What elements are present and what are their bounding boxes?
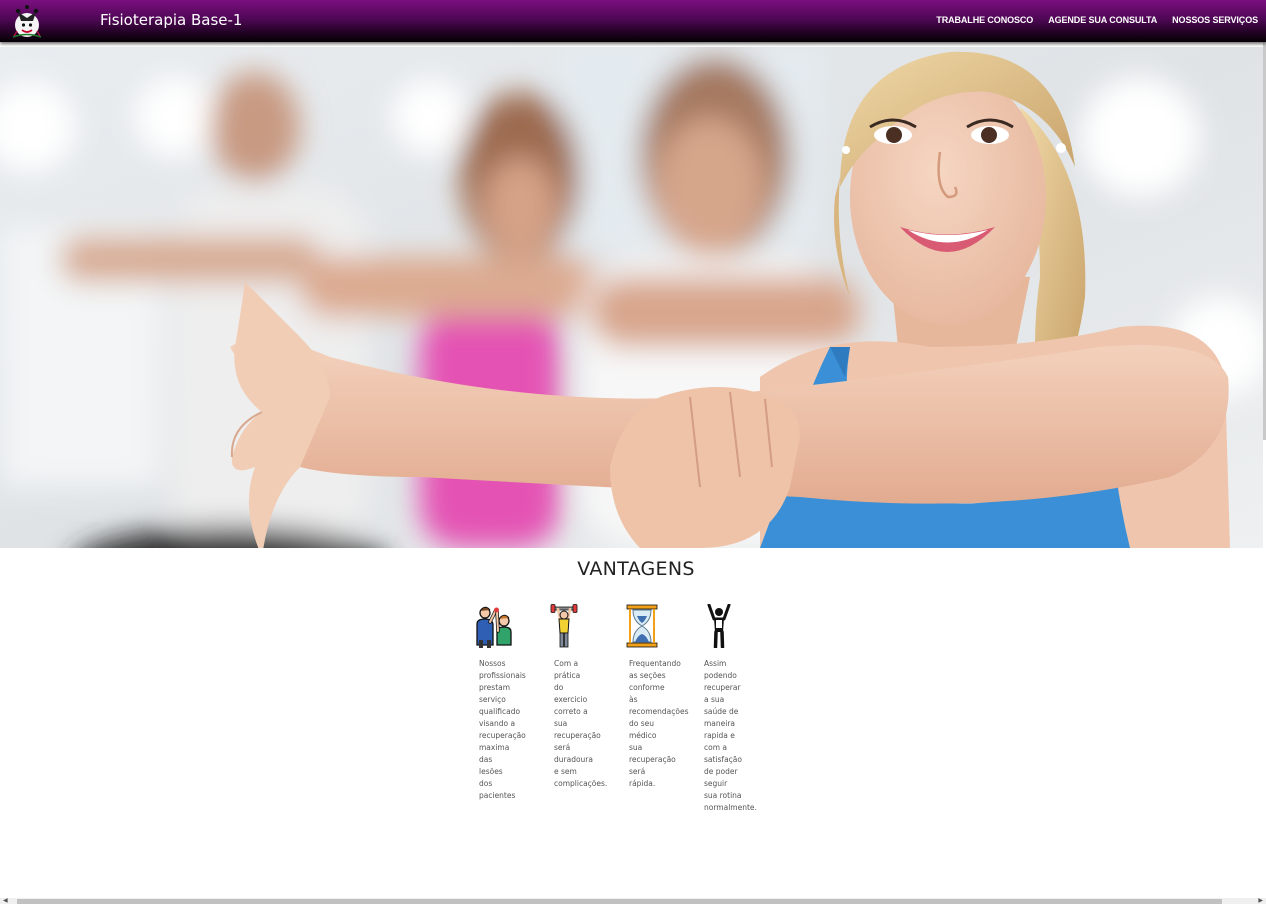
scroll-left-arrow-icon[interactable]: ◀ xyxy=(3,898,8,904)
weightlifter-icon xyxy=(550,604,578,648)
horizontal-scrollbar[interactable]: ◀ ▶ xyxy=(0,898,1266,904)
vantagem-item: Com a prática do exercicio correto a sua… xyxy=(549,604,624,814)
hero-banner xyxy=(0,47,1263,548)
vantagem-item: Nossos profissionais prestam serviço qua… xyxy=(474,604,549,814)
vantagem-text: Nossos profissionais prestam serviço qua… xyxy=(479,659,526,800)
top-navbar: Fisioterapia Base-1 TRABALHE CONOSCO AGE… xyxy=(0,0,1266,42)
vantagens-title: VANTAGENS xyxy=(577,558,695,580)
vantagem-text: Assim podendo recuperar a sua saúde de m… xyxy=(704,659,757,812)
page: Fisioterapia Base-1 TRABALHE CONOSCO AGE… xyxy=(0,0,1266,904)
vantagem-item: Assim podendo recuperar a sua saúde de m… xyxy=(699,604,774,814)
hourglass-icon xyxy=(626,604,658,648)
horizontal-scroll-thumb[interactable] xyxy=(17,899,1222,904)
jester-logo-icon[interactable] xyxy=(8,3,46,40)
vantagem-text: Frequentando as seções conforme às recom… xyxy=(629,659,689,788)
vantagem-text: Com a prática do exercicio correto a sua… xyxy=(554,659,608,788)
scroll-right-arrow-icon[interactable]: ▶ xyxy=(1258,898,1263,904)
nav-trabalhe-conosco[interactable]: TRABALHE CONOSCO xyxy=(936,15,1033,25)
vantagem-item: Frequentando as seções conforme às recom… xyxy=(624,604,699,814)
hero-photo xyxy=(0,47,1263,548)
main-nav: TRABALHE CONOSCO AGENDE SUA CONSULTA NOS… xyxy=(936,15,1258,25)
vantagens-list: Nossos profissionais prestam serviço qua… xyxy=(474,604,774,814)
professionals-high-five-icon xyxy=(476,606,512,648)
person-arms-up-icon xyxy=(707,604,731,648)
nav-nossos-servicos[interactable]: NOSSOS SERVIÇOS xyxy=(1172,15,1258,25)
nav-agende-sua-consulta[interactable]: AGENDE SUA CONSULTA xyxy=(1048,15,1157,25)
brand-title[interactable]: Fisioterapia Base-1 xyxy=(100,10,242,30)
